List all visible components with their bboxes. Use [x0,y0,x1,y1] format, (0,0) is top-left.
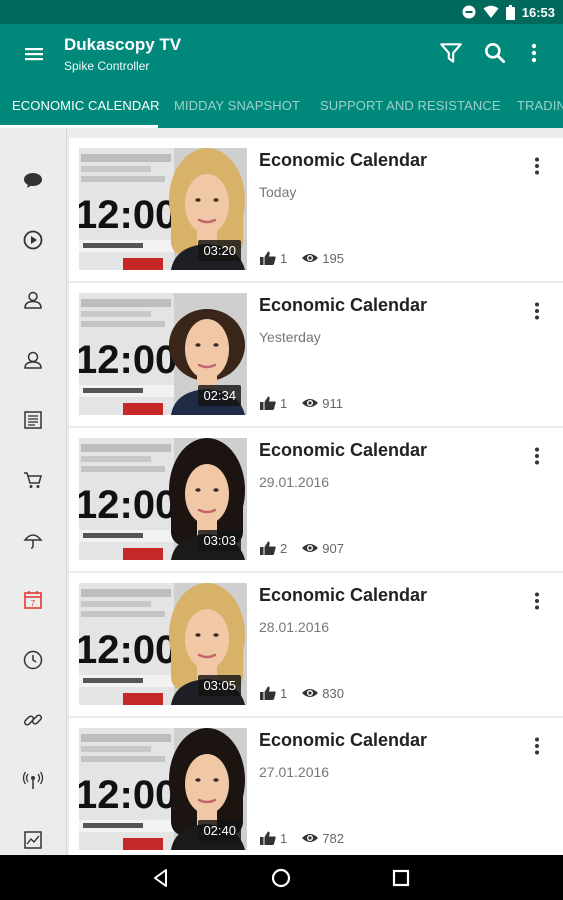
broadcast-icon[interactable] [22,769,44,791]
status-time: 16:53 [521,4,555,20]
video-stats: 2 907 [259,540,344,556]
video-duration: 03:03 [198,530,241,551]
svg-text:12:00: 12:00 [79,193,177,237]
clock-icon[interactable] [22,649,44,671]
video-duration: 03:20 [198,240,241,261]
like-count: 1 [280,830,288,846]
status-bar: 16:53 [0,0,563,24]
video-stats: 1 830 [259,685,344,701]
video-thumbnail[interactable]: 12:00 03:03 [79,438,247,560]
app-title: Dukascopy TV [64,35,182,54]
video-duration: 03:05 [198,675,241,696]
video-thumbnail[interactable]: 12:00 03:20 [79,148,247,270]
tab-support-and-resistance[interactable]: SUPPORT AND RESISTANCE [320,84,501,128]
play-icon[interactable] [22,229,44,251]
svg-text:12:00: 12:00 [79,338,177,382]
video-thumbnail[interactable]: 12:00 02:40 [79,728,247,850]
back-icon[interactable] [148,865,174,891]
status-icons: 16:53 [462,0,555,24]
wifi-icon [483,5,499,18]
battery-icon [505,4,515,20]
video-date: Today [259,184,297,200]
app-titles: Dukascopy TV Spike Controller [64,35,181,74]
video-date: Yesterday [259,329,321,345]
video-card[interactable]: 12:00 03:03 Economic Calendar 29.01.2016… [69,428,563,571]
svg-text:12:00: 12:00 [79,483,177,527]
video-stats: 1 782 [259,830,344,846]
more-vert-icon[interactable] [525,589,549,613]
thumb-up-icon[interactable] [259,540,277,556]
video-title: Economic Calendar [259,150,428,170]
video-card[interactable]: 12:00 03:05 Economic Calendar 28.01.2016… [69,573,563,716]
more-vert-icon[interactable] [525,444,549,468]
chat-icon[interactable] [22,169,44,191]
video-thumbnail[interactable]: 12:00 02:34 [79,293,247,415]
thumb-up-icon[interactable] [259,250,277,266]
user-alt-icon[interactable] [22,349,44,371]
link-icon[interactable] [22,709,44,731]
video-duration: 02:34 [198,385,241,406]
video-stats: 1 911 [259,395,343,411]
thumb-up-icon[interactable] [259,830,277,846]
umbrella-icon[interactable] [22,529,44,551]
video-title: Economic Calendar [259,440,428,460]
video-duration: 02:40 [198,820,241,841]
more-vert-icon[interactable] [521,40,547,66]
tab-economic-calendar[interactable]: ECONOMIC CALENDAR [12,84,160,128]
like-count: 1 [280,250,288,266]
video-card[interactable]: 12:00 02:34 Economic Calendar Yesterday … [69,283,563,426]
video-stats: 1 195 [259,250,344,266]
app-subtitle: Spike Controller [64,59,150,73]
svg-text:12:00: 12:00 [79,773,177,817]
eye-icon [302,399,319,407]
eye-icon [302,689,319,697]
more-vert-icon[interactable] [525,154,549,178]
svg-text:7: 7 [31,599,36,608]
video-card[interactable]: 12:00 02:40 Economic Calendar 27.01.2016… [69,718,563,861]
video-list: 12:00 03:20 Economic Calendar Today 1 19… [67,128,563,861]
video-date: 27.01.2016 [259,764,330,780]
view-count: 911 [322,395,343,411]
home-icon[interactable] [268,865,294,891]
more-vert-icon[interactable] [525,734,549,758]
like-count: 1 [280,395,288,411]
thumb-up-icon[interactable] [259,685,277,701]
video-card[interactable]: 12:00 03:20 Economic Calendar Today 1 19… [69,138,563,281]
like-count: 1 [280,685,288,701]
filter-icon[interactable] [438,40,464,66]
view-count: 830 [322,685,344,701]
video-date: 28.01.2016 [259,619,330,635]
video-title: Economic Calendar [259,295,428,315]
do-not-disturb-icon [462,5,476,19]
more-vert-icon[interactable] [525,299,549,323]
view-count: 782 [322,830,344,846]
tab-trading[interactable]: TRADIN [517,84,563,128]
view-count: 907 [322,540,344,556]
newspaper-icon[interactable] [22,409,44,431]
eye-icon [302,544,319,552]
sidebar: 7 [0,128,67,855]
video-date: 29.01.2016 [259,474,330,490]
thumb-up-icon[interactable] [259,395,277,411]
tab-bar: ECONOMIC CALENDAR MIDDAY SNAPSHOT SUPPOR… [0,84,563,128]
video-thumbnail[interactable]: 12:00 03:05 [79,583,247,705]
cart-icon[interactable] [22,469,44,491]
app-bar: Dukascopy TV Spike Controller [0,24,563,84]
chart-icon[interactable] [22,829,44,851]
video-title: Economic Calendar [259,585,428,605]
recents-icon[interactable] [388,865,414,891]
view-count: 195 [322,250,344,266]
search-icon[interactable] [482,40,508,66]
like-count: 2 [280,540,288,556]
tab-midday-snapshot[interactable]: MIDDAY SNAPSHOT [174,84,300,128]
calendar-icon[interactable]: 7 [22,589,44,611]
svg-text:12:00: 12:00 [79,628,177,672]
video-title: Economic Calendar [259,730,428,750]
system-nav-bar [0,855,563,900]
user-icon[interactable] [22,289,44,311]
eye-icon [302,834,319,842]
menu-icon[interactable] [22,42,46,66]
eye-icon [302,254,319,262]
